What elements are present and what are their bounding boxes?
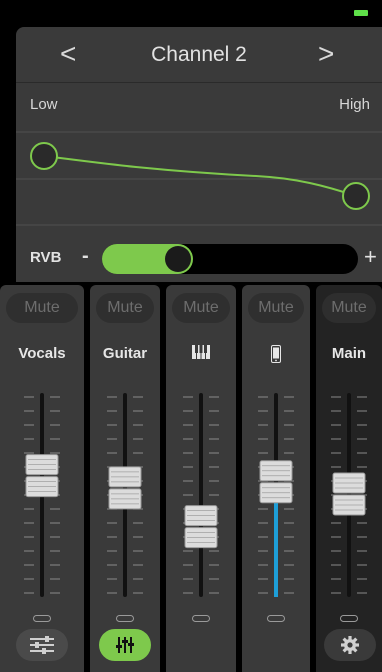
- status-bar: [0, 0, 382, 26]
- eq-curve: [43, 155, 357, 197]
- mute-button[interactable]: Mute: [96, 293, 154, 323]
- channel-strips: Mute Vocals Mute Guitar Mute Mute Mute M…: [0, 285, 382, 672]
- fader[interactable]: [316, 385, 382, 605]
- battery-icon: [354, 10, 368, 16]
- piano-keys-icon: [166, 345, 236, 363]
- mixer-faders-icon: [116, 637, 134, 653]
- fader[interactable]: [242, 385, 310, 605]
- mute-button[interactable]: Mute: [248, 293, 304, 323]
- channel-settings-button[interactable]: [16, 629, 68, 661]
- reverb-slider[interactable]: [102, 244, 358, 274]
- channel-strip-vocals: Mute Vocals: [0, 285, 84, 672]
- eq-low-label: Low: [30, 96, 58, 113]
- selection-indicator: [33, 615, 51, 622]
- next-channel-button[interactable]: >: [318, 39, 334, 69]
- channel-strip-device: Mute: [242, 285, 310, 672]
- selection-indicator: [192, 615, 210, 622]
- channel-strip-guitar: Mute Guitar: [90, 285, 160, 672]
- eq-graph: [16, 131, 382, 226]
- channel-label: Main: [331, 345, 367, 362]
- channel-panel: < Channel 2 > Low High RVB - +: [16, 27, 382, 282]
- selection-indicator: [116, 615, 134, 622]
- selection-indicator: [340, 615, 358, 622]
- reverb-label: RVB: [30, 249, 62, 266]
- reverb-plus: +: [364, 244, 377, 269]
- selection-indicator: [267, 615, 285, 622]
- smartphone-icon: [242, 345, 310, 367]
- reverb-slider-knob[interactable]: [165, 246, 192, 272]
- channel-strip-main: Mute Main: [316, 285, 382, 672]
- gear-icon: [341, 636, 359, 654]
- fader[interactable]: [90, 385, 160, 605]
- channel-strip-keys: Mute: [166, 285, 236, 672]
- fader[interactable]: [0, 385, 84, 605]
- fader[interactable]: [166, 385, 236, 605]
- mixer-view-button[interactable]: [99, 629, 151, 661]
- reverb-minus: -: [82, 245, 89, 267]
- mute-button[interactable]: Mute: [6, 293, 78, 323]
- mute-button[interactable]: Mute: [322, 293, 376, 323]
- channel-label: Guitar: [102, 345, 148, 362]
- eq-high-label: High: [339, 96, 370, 113]
- channel-label: Vocals: [18, 345, 66, 362]
- channel-header: < Channel 2 >: [16, 27, 382, 83]
- eq-low-handle[interactable]: [30, 142, 58, 170]
- mute-button[interactable]: Mute: [172, 293, 230, 323]
- eq-high-handle[interactable]: [342, 182, 370, 210]
- sliders-settings-icon: [30, 636, 54, 654]
- fader-track: [199, 393, 203, 597]
- settings-button[interactable]: [324, 629, 376, 661]
